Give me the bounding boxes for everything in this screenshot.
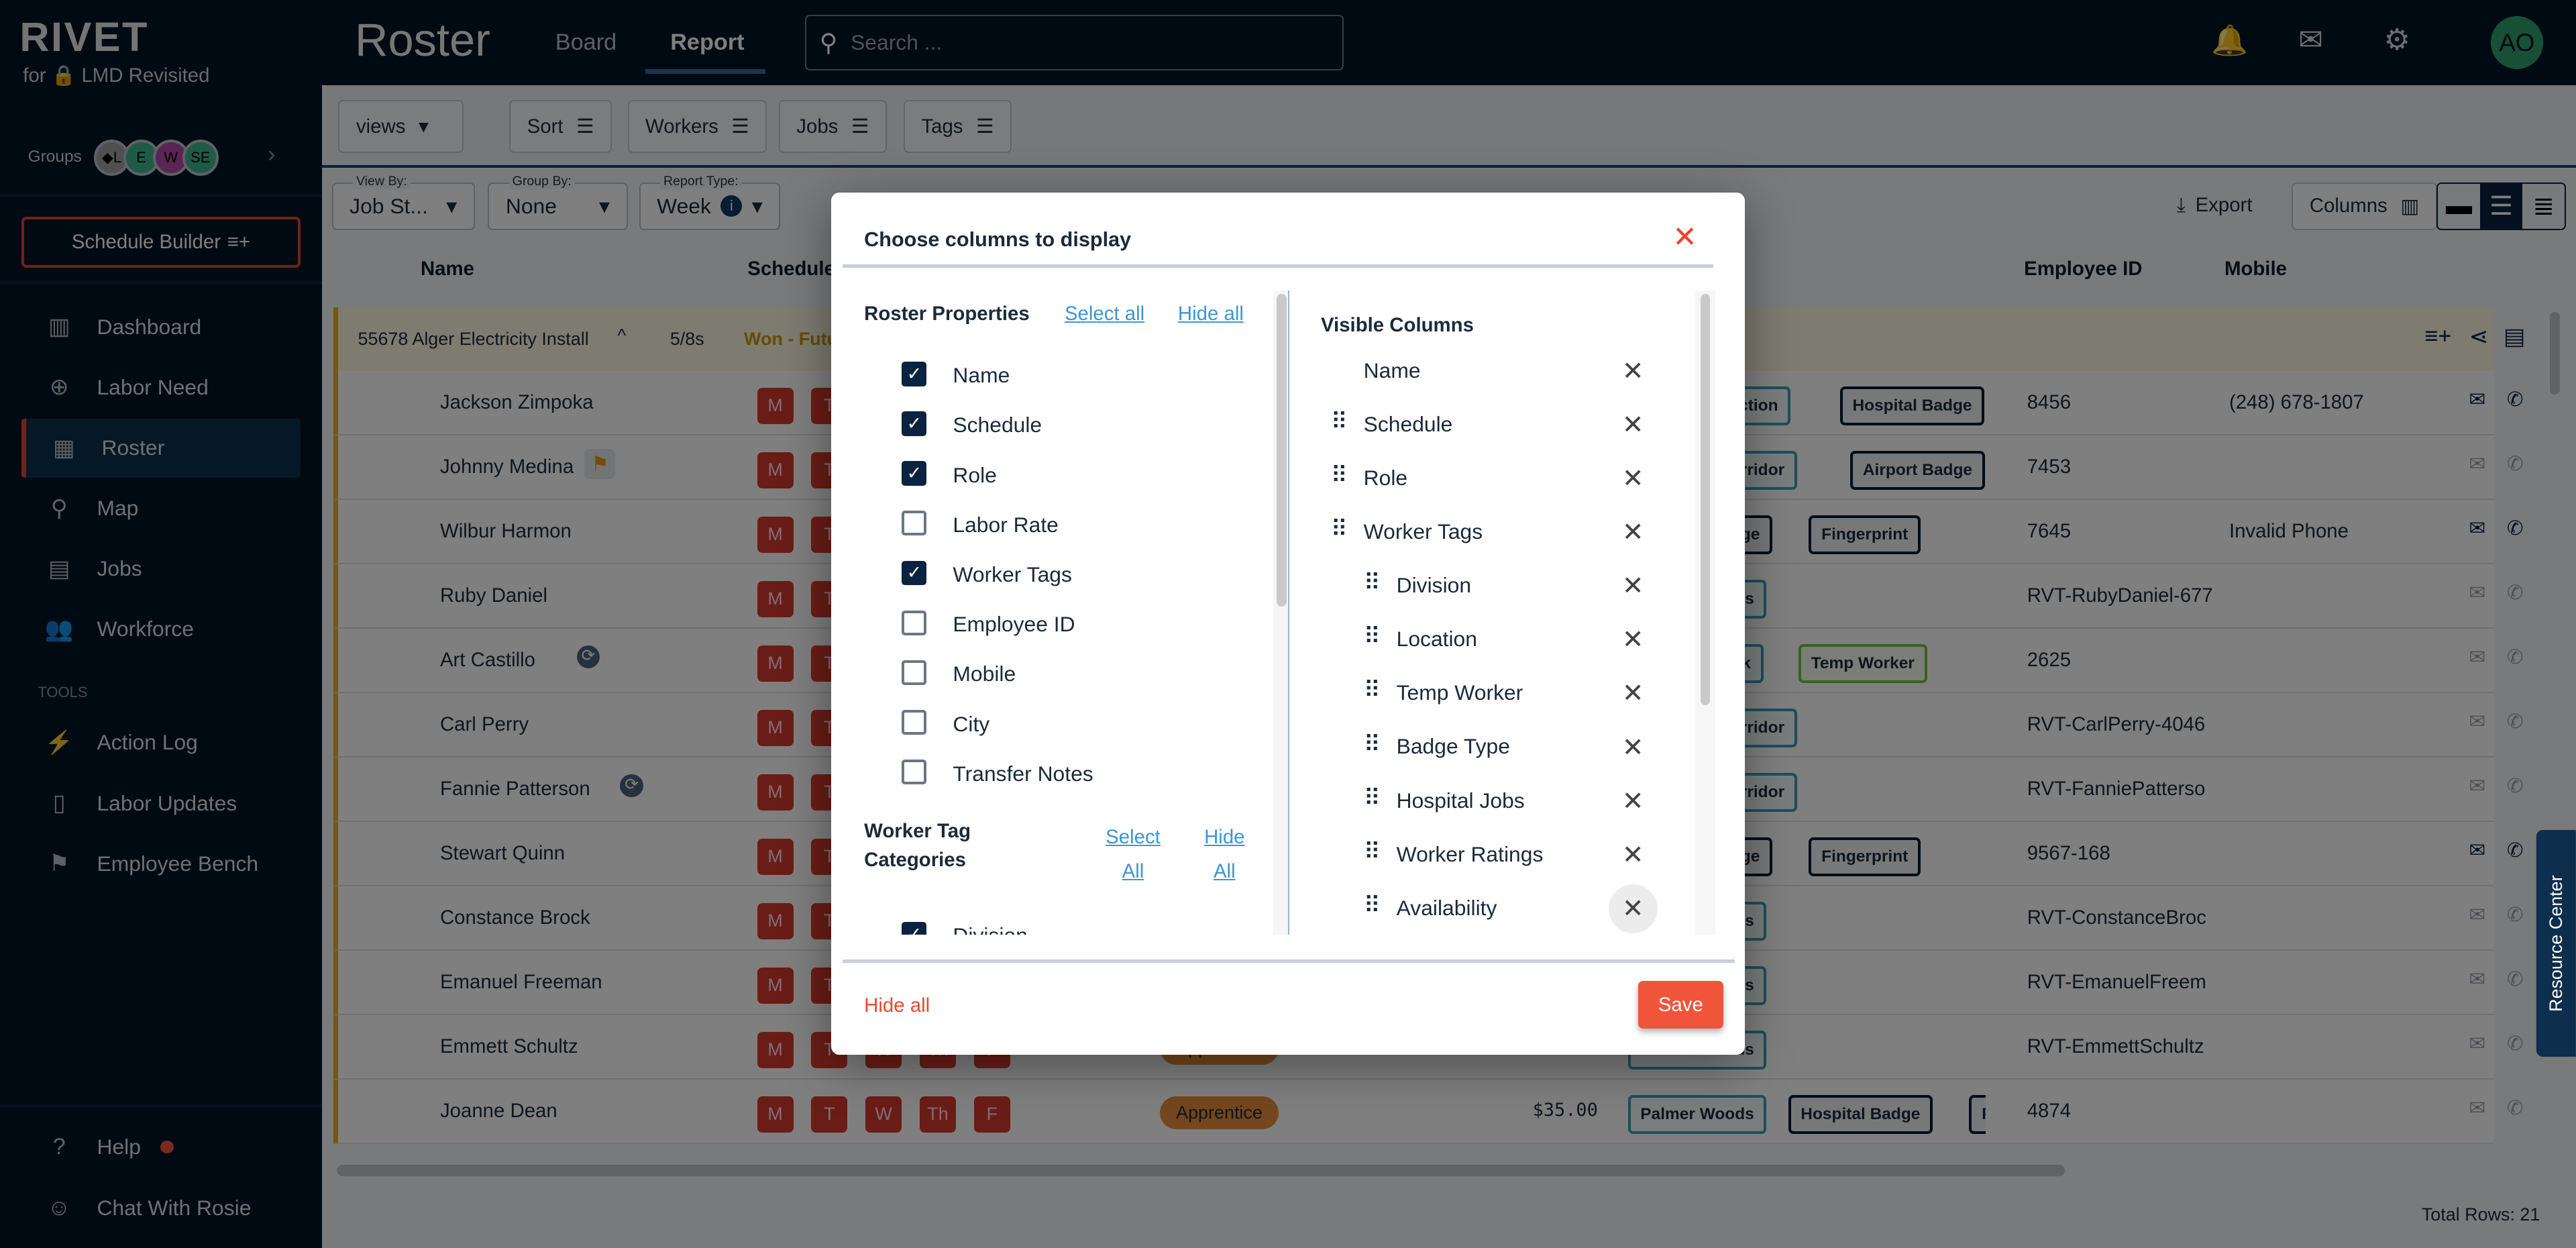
- select-all-link[interactable]: Select all: [1065, 303, 1144, 325]
- visible-column-location: Location: [1396, 627, 1477, 652]
- divider: [843, 959, 1735, 964]
- visible-columns-panel: Visible Columns Name ✕ ⠿ Schedule ✕ ⠿ Role ✕ ⠿ Wo…: [1289, 291, 1715, 935]
- visible-column-availability: Availability: [1396, 895, 1497, 920]
- visible-column-hospital-jobs: Hospital Jobs: [1396, 788, 1525, 813]
- checkbox-label[interactable]: Name: [953, 363, 1010, 388]
- hide-all-categories-link[interactable]: Hide All: [1204, 820, 1244, 889]
- scrollbar-thumb[interactable]: [1276, 294, 1287, 607]
- save-button[interactable]: Save: [1638, 981, 1723, 1029]
- roster-properties-panel: Roster Properties Select all Hide all ✓ N…: [843, 291, 1290, 935]
- checkbox-label[interactable]: Labor Rate: [953, 513, 1058, 537]
- visible-column-division: Division: [1396, 573, 1472, 598]
- checkbox-label[interactable]: Mobile: [953, 662, 1016, 686]
- drag-handle-icon[interactable]: ⠿: [1364, 839, 1381, 866]
- hide-all-link[interactable]: Hide all: [1178, 303, 1244, 325]
- checkbox-label[interactable]: Role: [953, 463, 996, 488]
- close-icon[interactable]: ✕: [1672, 220, 1697, 254]
- checkbox-role[interactable]: ✓: [902, 461, 927, 486]
- checkbox-label[interactable]: Transfer Notes: [953, 762, 1093, 786]
- drag-handle-icon[interactable]: ⠿: [1331, 462, 1348, 489]
- checkbox-label[interactable]: Employee ID: [953, 612, 1075, 637]
- remove-column-icon[interactable]: ✕: [1609, 776, 1658, 825]
- checkbox-labor-rate[interactable]: [902, 511, 927, 536]
- remove-column-icon[interactable]: ✕: [1609, 562, 1658, 611]
- drag-handle-icon[interactable]: ⠿: [1364, 731, 1381, 758]
- link-text: All: [1213, 860, 1236, 883]
- checkbox-name[interactable]: ✓: [902, 361, 927, 386]
- remove-column-icon[interactable]: ✕: [1609, 347, 1658, 396]
- dialog-title: Choose columns to display: [864, 228, 1132, 252]
- checkbox-transfer-notes[interactable]: [902, 760, 927, 785]
- drag-handle-icon[interactable]: ⠿: [1364, 570, 1381, 596]
- remove-column-icon[interactable]: ✕: [1609, 401, 1658, 450]
- remove-column-icon[interactable]: ✕: [1609, 723, 1658, 772]
- remove-column-icon[interactable]: ✕: [1609, 830, 1658, 879]
- checkbox-label[interactable]: Worker Tags: [953, 562, 1071, 587]
- link-text: All: [1122, 860, 1144, 883]
- remove-column-icon[interactable]: ✕: [1609, 615, 1658, 664]
- link-text: Select: [1106, 826, 1161, 849]
- drag-handle-icon[interactable]: ⠿: [1331, 516, 1348, 543]
- drag-handle-icon[interactable]: ⠿: [1364, 785, 1381, 812]
- remove-column-icon[interactable]: ✕: [1608, 884, 1658, 934]
- resource-center-tab[interactable]: Resource Center: [2536, 829, 2576, 1057]
- visible-column-worker-tags: Worker Tags: [1363, 519, 1483, 544]
- drag-handle-icon[interactable]: ⠿: [1364, 892, 1381, 919]
- visible-column-temp-worker: Temp Worker: [1396, 680, 1523, 705]
- remove-column-icon[interactable]: ✕: [1609, 454, 1658, 503]
- checkbox-division[interactable]: ✓: [902, 921, 927, 935]
- roster-properties-heading: Roster Properties: [864, 302, 1030, 325]
- checkbox-mobile[interactable]: [902, 660, 927, 685]
- remove-column-icon[interactable]: ✕: [1609, 508, 1658, 557]
- checkbox-worker-tags[interactable]: ✓: [902, 560, 927, 586]
- drag-handle-icon[interactable]: ⠿: [1331, 409, 1348, 435]
- checkbox-city[interactable]: [902, 710, 927, 735]
- choose-columns-dialog: Choose columns to display ✕ Roster Prope…: [831, 192, 1745, 1055]
- checkbox-employee-id[interactable]: [902, 610, 927, 635]
- worker-tag-categories-heading: Worker Tag Categories: [864, 820, 971, 877]
- drag-handle-icon[interactable]: ⠿: [1364, 677, 1381, 704]
- checkbox-label[interactable]: City: [953, 712, 989, 737]
- remove-column-icon[interactable]: ✕: [1609, 669, 1658, 718]
- checkbox-schedule[interactable]: ✓: [902, 411, 927, 436]
- heading-line: Categories: [864, 849, 966, 872]
- divider: [843, 264, 1714, 268]
- scrollbar-track: [1273, 291, 1290, 935]
- checkbox-label[interactable]: Division: [953, 923, 1027, 935]
- visible-column-schedule: Schedule: [1363, 411, 1453, 436]
- visible-columns-heading: Visible Columns: [1320, 313, 1474, 336]
- link-text: Hide: [1204, 826, 1245, 849]
- checkbox-label[interactable]: Schedule: [953, 413, 1042, 437]
- scrollbar-track: [1695, 291, 1715, 935]
- visible-column-name: Name: [1363, 358, 1421, 382]
- drag-handle-icon[interactable]: ⠿: [1364, 623, 1381, 650]
- visible-column-worker-ratings: Worker Ratings: [1396, 841, 1544, 866]
- select-all-categories-link[interactable]: Select All: [1106, 820, 1161, 889]
- scrollbar-thumb[interactable]: [1700, 294, 1711, 705]
- heading-line: Worker Tag: [864, 820, 971, 843]
- visible-column-badge-type: Badge Type: [1396, 734, 1510, 759]
- hide-all-button[interactable]: Hide all: [864, 994, 930, 1017]
- visible-column-role: Role: [1363, 466, 1408, 490]
